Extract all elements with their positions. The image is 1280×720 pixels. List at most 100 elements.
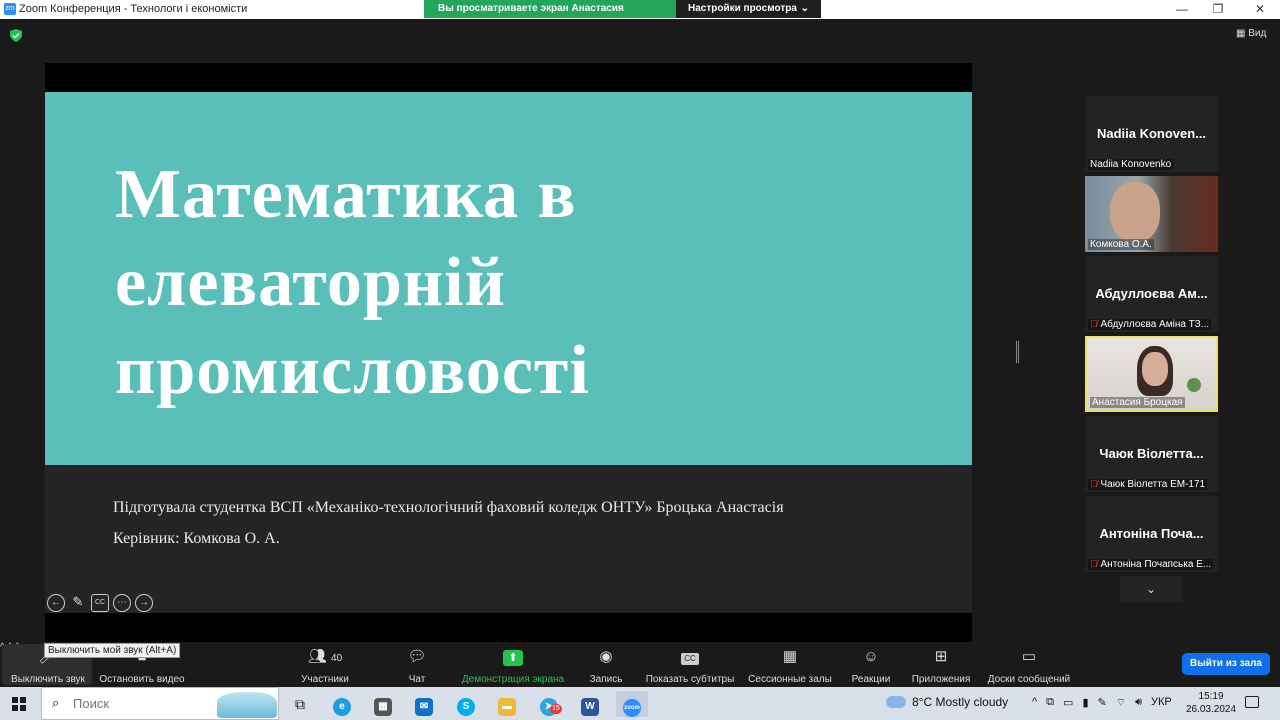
zoom-taskbar-icon[interactable]: zoom — [616, 691, 648, 717]
weather-text: 8°C Mostly cloudy — [912, 695, 1009, 709]
panel-splitter[interactable] — [1016, 341, 1019, 363]
breakout-rooms-button[interactable]: ▦ Сессионные залы — [746, 646, 834, 685]
window-title: Zoom Конференция - Технологи і економіст… — [19, 3, 248, 15]
gallery-next-page-button[interactable]: ⌄ — [1120, 576, 1182, 602]
participant-tile[interactable]: Абдуллоєва Ам... 🎙̸ Абдуллоєва Аміна ТЗ.… — [1085, 256, 1218, 332]
clock-date: 26.03.2024 — [1186, 704, 1237, 715]
participants-label: Участники — [301, 674, 349, 685]
more-icon[interactable]: ⋯ — [113, 594, 131, 612]
slide-title: Математика в елеваторній промисловості — [115, 151, 815, 415]
captions-label: Показать субтитры — [645, 674, 735, 685]
clock-time: 15:19 — [1198, 691, 1224, 702]
record-icon: ◉ — [599, 648, 613, 665]
participant-label: Комкова О.А. — [1088, 239, 1154, 250]
wifi-icon[interactable]: ⌔ — [1116, 696, 1126, 710]
shared-screen: Математика в елеваторній промисловості П… — [45, 63, 972, 642]
participant-tile[interactable]: Чаюк Віолетта... 🎙̸ Чаюк Віолетта ЕМ-171 — [1085, 416, 1218, 492]
share-screen-icon: ⬆ — [503, 650, 523, 666]
participant-tile[interactable]: Комкова О.А. — [1085, 176, 1218, 252]
next-slide-icon[interactable]: → — [135, 594, 153, 612]
participant-tile[interactable]: Антоніна Поча... 🎙̸ Антоніна Почапська Е… — [1085, 496, 1218, 572]
window-titlebar: zm Zoom Конференция - Технологи і економ… — [0, 0, 1280, 32]
meet-now-icon[interactable]: ⧉ — [1046, 696, 1054, 710]
share-screen-label: Демонстрация экрана — [461, 674, 565, 685]
mic-off-icon: 🎙̸ — [1090, 559, 1098, 570]
participant-display-name: Абдуллоєва Ам... — [1095, 286, 1208, 301]
grid-view-icon: ▦ — [1236, 28, 1246, 39]
apps-label: Приложения — [911, 674, 971, 685]
file-explorer-icon[interactable]: ▬ — [491, 691, 523, 717]
edge-browser-icon[interactable]: e — [326, 691, 358, 717]
skype-icon[interactable]: S — [450, 691, 482, 717]
participant-gallery: Nadiia Konoven... Nadiia Konovenko Комко… — [1085, 96, 1218, 602]
windows-taskbar: ⌕ ⧉ e ▦ ✉ S ▬ ➤ 15 W zoom 8°C Mostly clo… — [0, 687, 1280, 720]
taskbar-clock[interactable]: 15:19 26.03.2024 — [1186, 690, 1236, 716]
store-icon[interactable]: ▦ — [367, 691, 399, 717]
participant-tile-active-speaker[interactable]: Анастасия Броцкая — [1085, 336, 1218, 412]
task-view-icon[interactable]: ⧉ — [284, 691, 316, 717]
chat-label: Чат — [408, 674, 426, 685]
participant-display-name: Nadiia Konoven... — [1096, 126, 1207, 141]
pen-icon[interactable]: ✎ — [69, 594, 87, 612]
word-icon[interactable]: W — [574, 691, 606, 717]
mute-label: Выключить звук — [11, 674, 85, 685]
taskbar-search[interactable]: ⌕ — [41, 687, 279, 720]
participant-name: Анастасия Броцкая — [1092, 397, 1183, 408]
language-indicator[interactable]: УКР — [1151, 696, 1172, 710]
participants-button[interactable]: 👥︎ 40 Участники — [296, 646, 354, 685]
whiteboards-button[interactable]: ▭ Доски сообщений — [984, 646, 1074, 685]
battery-icon[interactable]: ▮ — [1082, 696, 1088, 710]
participant-name: Чаюк Віолетта ЕМ-171 — [1100, 479, 1206, 490]
network-icon[interactable]: ▭ — [1063, 696, 1073, 710]
whiteboards-label: Доски сообщений — [987, 674, 1071, 685]
slide-title-line: Математика в — [115, 156, 577, 233]
record-button[interactable]: ◉ Запись — [584, 646, 628, 685]
shield-icon[interactable] — [10, 29, 22, 42]
minimize-button[interactable]: — — [1164, 0, 1200, 19]
cloud-icon — [886, 696, 906, 708]
previous-slide-icon[interactable]: ← — [47, 594, 65, 612]
chat-button[interactable]: 💬︎ Чат — [400, 646, 434, 685]
slide-title-line: елеваторній — [115, 244, 506, 321]
breakout-rooms-label: Сессионные залы — [748, 674, 832, 685]
participant-name: Nadiia Konovenko — [1090, 159, 1172, 170]
participant-name: Антоніна Почапська Е... — [1100, 559, 1212, 570]
search-icon: ⌕ — [52, 695, 60, 710]
mute-tooltip: Выключить мой звук (Alt+A) — [44, 643, 181, 658]
participants-count: 40 — [331, 653, 343, 664]
grid-icon: ▦ — [782, 648, 798, 665]
telegram-icon[interactable]: ➤ 15 — [533, 691, 565, 717]
weather-widget[interactable]: 8°C Mostly cloudy — [886, 695, 1008, 709]
captions-button[interactable]: CC Показать субтитры — [644, 646, 736, 685]
mail-icon[interactable]: ✉ — [408, 691, 440, 717]
search-input[interactable] — [73, 696, 223, 711]
participant-display-name: Чаюк Віолетта... — [1099, 446, 1204, 461]
reactions-button[interactable]: ☺ Реакции — [850, 646, 892, 685]
share-banner: Вы просматриваете экран Анастасия Броцка… — [424, 0, 821, 32]
participant-video — [1110, 182, 1160, 242]
slide-supervisor: Керівник: Комкова О. А. — [113, 530, 280, 547]
pen-icon[interactable]: ✎ — [1098, 696, 1107, 710]
mic-off-icon: 🎙̸ — [1090, 319, 1098, 330]
mic-off-icon: 🎙̸ — [1090, 479, 1098, 490]
windows-start-icon[interactable] — [12, 697, 26, 711]
reactions-label: Реакции — [851, 674, 891, 685]
view-button[interactable]: ▦ Вид — [1236, 28, 1266, 39]
apps-button[interactable]: ⊞ Приложения — [908, 646, 974, 685]
record-label: Запись — [589, 674, 623, 685]
participant-label: 🎙̸ Антоніна Почапська Е... — [1088, 559, 1214, 570]
restore-button[interactable]: ❐ — [1200, 0, 1236, 19]
leave-room-button[interactable]: Выйти из зала — [1182, 653, 1270, 675]
chevron-up-icon[interactable]: ^ — [1032, 696, 1037, 710]
participant-tile[interactable]: Nadiia Konoven... Nadiia Konovenko — [1085, 96, 1218, 172]
share-screen-button[interactable]: ⬆ Демонстрация экрана — [458, 646, 568, 685]
participant-label: Nadiia Konovenko — [1088, 159, 1174, 170]
close-button[interactable]: ✕ — [1242, 0, 1278, 19]
view-options-button[interactable]: Настройки просмотра ⌄ — [676, 0, 821, 18]
volume-icon[interactable]: 🔊︎ — [1135, 696, 1142, 710]
participant-label: 🎙̸ Абдуллоєва Аміна ТЗ... — [1088, 319, 1212, 330]
telegram-badge: 15 — [550, 704, 562, 714]
notifications-icon[interactable] — [1245, 696, 1259, 708]
participant-video-plant — [1187, 378, 1201, 392]
captions-icon[interactable]: CC — [91, 594, 109, 612]
